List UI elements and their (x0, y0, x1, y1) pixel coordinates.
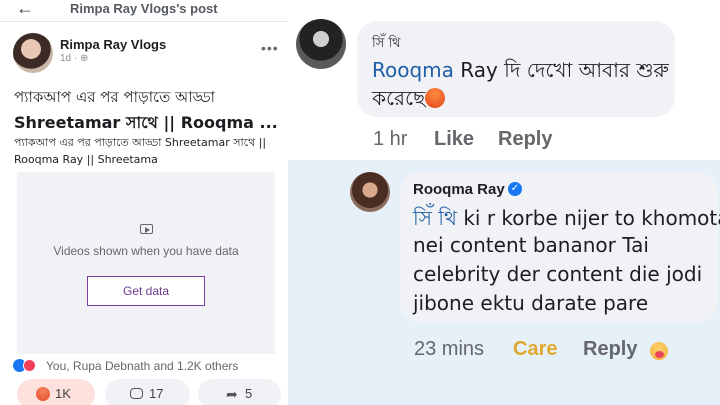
reply-care-button[interactable]: Care (513, 338, 557, 361)
post-title-line1: প্যাকআপ এর পর পাড়াতে আড্ডা (14, 88, 216, 106)
share-button[interactable]: ➦ 5 (198, 379, 281, 405)
reply-text-rest: ki r korbe nijer to khomota (456, 206, 720, 230)
comment-icon (130, 388, 143, 399)
more-horizontal-icon[interactable]: ••• (261, 40, 279, 56)
care-emoji-icon (650, 342, 668, 360)
commenter-avatar[interactable] (296, 19, 346, 69)
post-title-line2: Shreetamar সাথে || Rooqma ... (14, 113, 278, 132)
post-header: ← Rimpa Ray Vlogs's post (0, 0, 288, 22)
love-reaction-icon (23, 359, 36, 372)
comment-text-line2-text: করেছে (372, 86, 426, 110)
share-icon: ➦ (226, 386, 238, 402)
comment-like-button[interactable]: Like (434, 128, 474, 151)
comment-mention[interactable]: Rooqma (372, 58, 454, 82)
reactions-summary[interactable]: You, Rupa Debnath and 1.2K others (46, 359, 238, 373)
reply-time: 23 mins (414, 338, 485, 360)
get-data-button[interactable]: Get data (87, 276, 205, 306)
reply-text-line4: jibone ektu darate pare (413, 291, 649, 315)
post-description: প্যাকআপ এর পর পাড়াতে আড্ডা Shreetamar স… (14, 136, 267, 166)
reaction-count: 1K (55, 386, 71, 401)
page-avatar[interactable] (13, 33, 53, 73)
comment-button[interactable]: 17 (105, 379, 190, 405)
react-button[interactable]: 1K (17, 379, 95, 405)
reply-mention[interactable]: সিঁ থি (413, 206, 457, 230)
verified-badge-icon: ✓ (508, 182, 522, 196)
reply-author[interactable]: Rooqma Ray (413, 181, 505, 198)
arrow-left-icon[interactable]: ← (16, 0, 34, 19)
video-message: Videos shown when you have data (53, 244, 239, 258)
share-count: 5 (245, 386, 253, 401)
reply-text-line3: celebrity der content die jodi (413, 262, 703, 286)
reply-avatar[interactable] (350, 172, 390, 212)
reply-reply-button[interactable]: Reply (583, 338, 637, 361)
post-meta: 1d · ⊕ (60, 53, 89, 64)
video-placeholder (17, 172, 275, 354)
post-panel: ← Rimpa Ray Vlogs's post Rimpa Ray Vlogs… (0, 0, 288, 405)
comment-author[interactable]: সিঁ থি (372, 34, 401, 55)
comment-text-rest: Ray দি দেখো আবার শুরু (453, 58, 669, 82)
comment-count: 17 (149, 386, 164, 401)
comment-reply-button[interactable]: Reply (498, 128, 552, 151)
video-icon (140, 224, 153, 234)
comment-time: 1 hr (373, 128, 408, 150)
page-name[interactable]: Rimpa Ray Vlogs (60, 37, 166, 52)
comment-text-line2: করেছে (372, 84, 446, 117)
header-title: Rimpa Ray Vlogs's post (70, 1, 218, 16)
reply-text-line2: nei content bananor Tai (413, 233, 649, 257)
angry-emoji-icon (36, 387, 50, 401)
angry-emoji-icon (425, 88, 446, 108)
